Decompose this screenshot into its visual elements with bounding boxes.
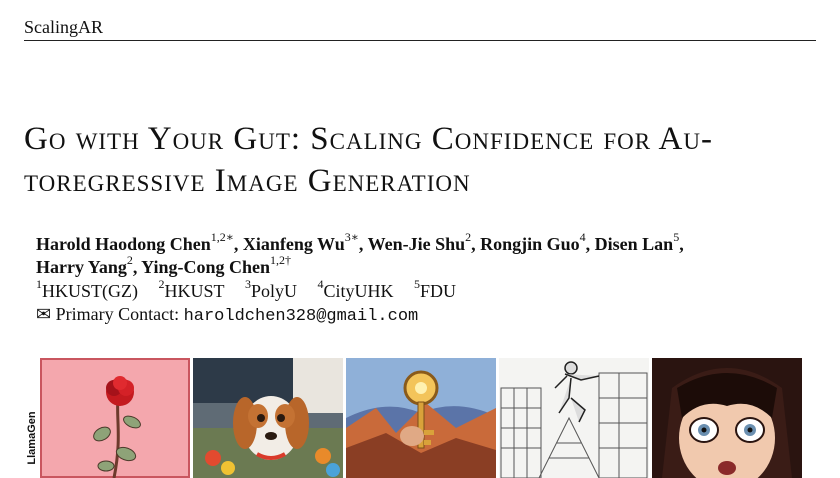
author-separator: , bbox=[233, 234, 243, 254]
author-line-2: Harry Yang2, Ying-Cong Chen1,2† bbox=[36, 253, 826, 279]
author-separator: , bbox=[471, 234, 481, 254]
affiliation: 4CityUHK bbox=[318, 278, 394, 301]
running-header: ScalingAR bbox=[24, 16, 816, 41]
author-affil-sup: 1,2† bbox=[270, 253, 292, 267]
affiliation-sup: 1 bbox=[36, 277, 42, 291]
affiliation-name: CityUHK bbox=[323, 281, 394, 301]
author-name: Rongjin Guo bbox=[480, 234, 580, 254]
author-affil-sup: 5 bbox=[673, 230, 680, 244]
primary-contact: ✉ Primary Contact: haroldchen328@gmail.c… bbox=[36, 303, 418, 328]
affiliation-name: HKUST bbox=[164, 281, 225, 301]
author-name: Harry Yang bbox=[36, 257, 127, 277]
model-row-label: LlamaGen bbox=[24, 398, 40, 478]
affiliation-name: FDU bbox=[420, 281, 457, 301]
author-name: Disen Lan bbox=[594, 234, 674, 254]
title-line-2: toregressive Image Generation bbox=[24, 163, 471, 199]
author-separator: , bbox=[679, 234, 684, 254]
author-separator: , bbox=[585, 234, 595, 254]
affiliation-name: HKUST(GZ) bbox=[42, 281, 138, 301]
author-affil-sup: 3∗ bbox=[344, 230, 359, 244]
author-affil-sup: 2 bbox=[126, 253, 133, 267]
anime-image bbox=[652, 358, 802, 478]
teaser-figure bbox=[40, 358, 802, 478]
affiliation: 5FDU bbox=[414, 278, 457, 301]
author-separator: , bbox=[132, 257, 142, 277]
rose-image bbox=[40, 358, 190, 478]
affiliation-sup: 5 bbox=[414, 277, 421, 291]
affiliation: 1HKUST(GZ) bbox=[36, 278, 138, 301]
key-image bbox=[346, 358, 496, 478]
title-line-1: Go with Your Gut: Scaling Confidence for… bbox=[24, 121, 713, 157]
sketch-image bbox=[499, 358, 649, 478]
affiliation-sup: 3 bbox=[245, 277, 252, 291]
running-head: ScalingAR bbox=[24, 17, 103, 37]
author-name: Ying-Cong Chen bbox=[141, 257, 271, 277]
contact-label: Primary Contact: bbox=[55, 304, 180, 324]
author-affil-sup: 1,2∗ bbox=[210, 230, 234, 244]
author-name: Wen-Jie Shu bbox=[367, 234, 466, 254]
affiliation-sup: 4 bbox=[317, 277, 324, 291]
author-list: Harold Haodong Chen1,2∗, Xianfeng Wu3∗, … bbox=[36, 230, 826, 279]
envelope-icon: ✉ bbox=[36, 304, 52, 324]
affiliation-name: PolyU bbox=[251, 281, 298, 301]
author-affil-sup: 2 bbox=[465, 230, 472, 244]
author-line-1: Harold Haodong Chen1,2∗, Xianfeng Wu3∗, … bbox=[36, 230, 826, 256]
dog-image bbox=[193, 358, 343, 478]
author-affil-sup: 4 bbox=[579, 230, 586, 244]
affiliation-list: 1HKUST(GZ) 2HKUST 3PolyU 4CityUHK 5FDU bbox=[36, 278, 472, 302]
author-name: Harold Haodong Chen bbox=[36, 234, 211, 254]
affiliation: 3PolyU bbox=[245, 278, 298, 301]
author-separator: , bbox=[358, 234, 368, 254]
paper-title: Go with Your Gut: Scaling Confidence for… bbox=[24, 118, 824, 202]
affiliation-sup: 2 bbox=[158, 277, 165, 291]
affiliation: 2HKUST bbox=[159, 278, 225, 301]
author-name: Xianfeng Wu bbox=[242, 234, 345, 254]
model-name-label: LlamaGen bbox=[26, 411, 38, 465]
contact-email-link[interactable]: haroldchen328@gmail.com bbox=[184, 307, 419, 326]
